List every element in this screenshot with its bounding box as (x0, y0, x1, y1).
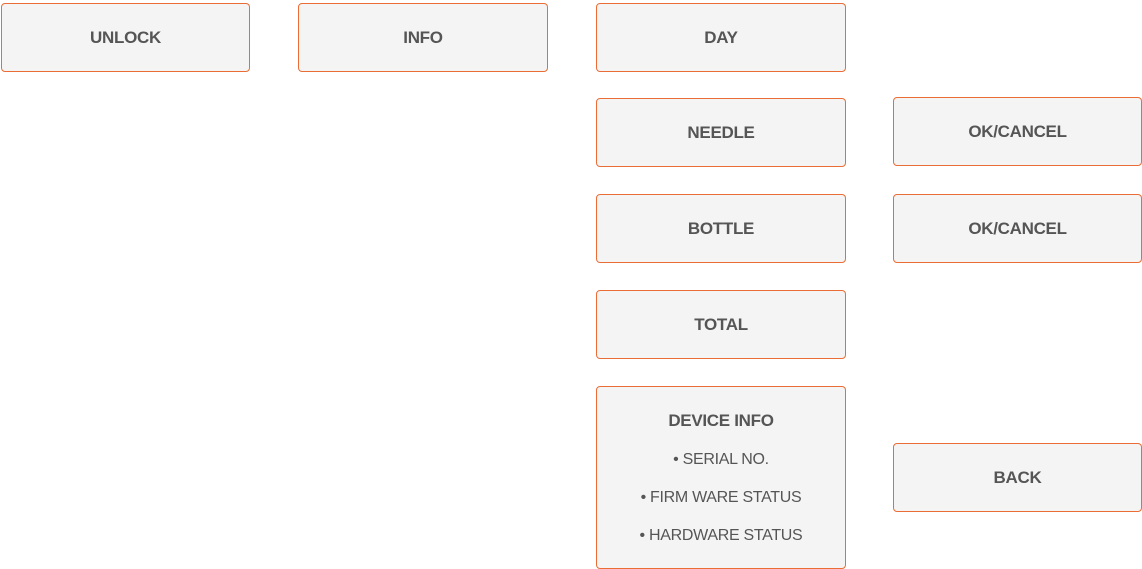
back-button[interactable]: BACK (893, 443, 1142, 512)
serial-number-item: • SERIAL NO. (673, 451, 769, 468)
unlock-button[interactable]: UNLOCK (1, 3, 250, 72)
bottle-label: BOTTLE (687, 218, 755, 238)
device-info-panel[interactable]: DEVICE INFO • SERIAL NO. • FIRM WARE STA… (596, 386, 846, 569)
day-button[interactable]: DAY (596, 3, 846, 72)
bottle-button[interactable]: BOTTLE (596, 194, 846, 263)
needle-label: NEEDLE (687, 122, 755, 142)
info-label: INFO (403, 27, 443, 47)
bottle-ok-cancel-button[interactable]: OK/CANCEL (893, 194, 1142, 263)
day-label: DAY (704, 27, 738, 47)
total-label: TOTAL (694, 314, 748, 334)
firmware-status-item: • FIRM WARE STATUS (640, 489, 802, 506)
hardware-status-item: • HARDWARE STATUS (639, 527, 803, 544)
needle-ok-cancel-label: OK/CANCEL (968, 121, 1067, 141)
bottle-ok-cancel-label: OK/CANCEL (968, 218, 1067, 238)
needle-ok-cancel-button[interactable]: OK/CANCEL (893, 97, 1142, 166)
needle-button[interactable]: NEEDLE (596, 98, 846, 167)
device-info-title: DEVICE INFO (668, 411, 774, 430)
unlock-label: UNLOCK (90, 27, 161, 47)
info-button[interactable]: INFO (298, 3, 548, 72)
total-button[interactable]: TOTAL (596, 290, 846, 359)
back-label: BACK (993, 467, 1042, 487)
